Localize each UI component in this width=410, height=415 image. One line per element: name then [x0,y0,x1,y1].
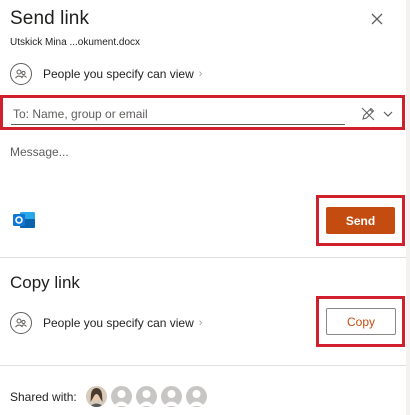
avatar[interactable] [136,386,157,407]
dialog-title: Send link [10,8,90,29]
share-dialog: Send link Utskick Mina ...okument.docx P… [0,0,407,415]
outlook-icon [12,209,36,231]
people-icon [10,312,32,334]
chevron-down-icon[interactable] [381,107,395,121]
avatar[interactable] [161,386,182,407]
copy-highlight: Copy [316,296,405,347]
close-button[interactable] [368,10,386,28]
scrollbar[interactable] [406,0,410,415]
copy-permission-label: People you specify can view [43,316,194,330]
recipient-field-container [0,95,405,130]
recipient-input[interactable] [11,104,345,125]
file-name: Utskick Mina ...okument.docx [10,37,141,48]
shared-avatars [86,386,211,407]
copy-button[interactable]: Copy [326,308,396,335]
avatar[interactable] [111,386,132,407]
send-highlight: Send [316,195,405,246]
send-permission-setting[interactable]: People you specify can view › [10,62,202,86]
close-icon [371,13,383,25]
message-field[interactable]: Message... [10,145,69,159]
avatar[interactable] [86,386,107,407]
section-divider [0,365,406,366]
send-permission-label: People you specify can view [43,67,194,81]
avatar[interactable] [186,386,207,407]
shared-with-label: Shared with: [10,390,77,404]
send-button[interactable]: Send [326,207,395,234]
copy-link-title: Copy link [10,273,80,292]
chevron-right-icon: › [198,68,203,80]
copy-permission-setting[interactable]: People you specify can view › [10,311,202,335]
pen-icon[interactable] [360,106,376,122]
section-divider [0,257,406,258]
chevron-right-icon: › [198,317,203,329]
people-icon [10,63,32,85]
